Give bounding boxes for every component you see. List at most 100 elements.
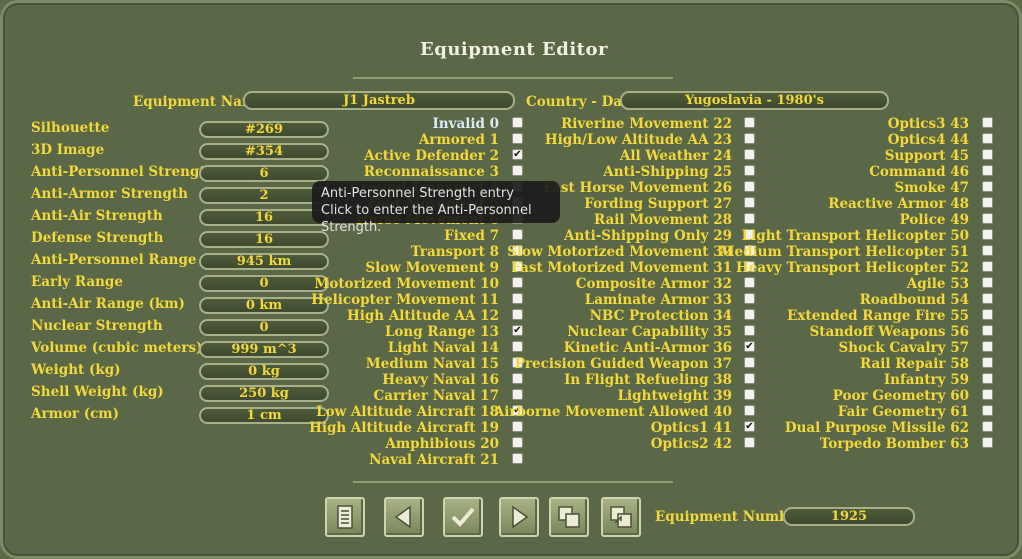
stat-label: 3D Image <box>31 142 105 158</box>
stat-label: Nuclear Strength <box>31 318 163 334</box>
flag-label: All Weather 24 <box>619 148 732 164</box>
tooltip-title: Anti-Personnel Strength entry <box>321 186 514 201</box>
stat-field[interactable]: 250 kg <box>199 385 329 402</box>
stat-field[interactable]: 16 <box>199 231 329 248</box>
country-date-field[interactable]: Yugoslavia - 1980's <box>620 91 889 110</box>
flag-checkbox[interactable] <box>744 213 755 224</box>
flag-checkbox[interactable] <box>744 405 755 416</box>
flag-checkbox[interactable] <box>982 181 993 192</box>
flag-checkbox[interactable] <box>512 293 523 304</box>
flag-label: Riverine Movement 22 <box>561 116 732 132</box>
stat-label: Silhouette <box>31 120 110 136</box>
flag-checkbox[interactable] <box>512 421 523 432</box>
flag-checkbox[interactable] <box>982 357 993 368</box>
flag-label: Fast Horse Movement 26 <box>543 180 732 196</box>
stat-field[interactable]: 0 km <box>199 297 329 314</box>
flag-checkbox[interactable] <box>982 293 993 304</box>
flag-checkbox[interactable] <box>512 389 523 400</box>
flag-checkbox[interactable] <box>744 373 755 384</box>
flag-label: In Flight Refueling 38 <box>564 372 732 388</box>
stat-field[interactable]: #354 <box>199 143 329 160</box>
flag-label: Kinetic Anti-Armor 36 <box>563 340 732 356</box>
flag-checkbox[interactable] <box>982 373 993 384</box>
flag-checkbox[interactable] <box>744 277 755 288</box>
flag-checkbox[interactable] <box>512 341 523 352</box>
flag-checkbox[interactable] <box>744 357 755 368</box>
copy-button[interactable] <box>549 497 589 537</box>
stat-field[interactable]: 0 kg <box>199 363 329 380</box>
flag-checkbox[interactable] <box>512 117 523 128</box>
flag-checkbox[interactable] <box>982 133 993 144</box>
stat-field[interactable]: #269 <box>199 121 329 138</box>
flag-checkbox[interactable] <box>512 133 523 144</box>
prev-button[interactable] <box>384 497 424 537</box>
flag-label: Torpedo Bomber 63 <box>819 436 969 452</box>
paste-button[interactable] <box>601 497 641 537</box>
stat-field[interactable]: 0 <box>199 275 329 292</box>
flag-checkbox[interactable] <box>744 165 755 176</box>
flag-checkbox[interactable]: ✔ <box>512 149 523 160</box>
stat-field[interactable]: 2 <box>199 187 329 204</box>
stat-field[interactable]: 999 m^3 <box>199 341 329 358</box>
flag-checkbox[interactable] <box>982 197 993 208</box>
flag-checkbox[interactable] <box>744 197 755 208</box>
flag-label: Rail Movement 28 <box>593 212 732 228</box>
page-title: Equipment Editor <box>420 39 608 60</box>
flag-checkbox[interactable] <box>512 309 523 320</box>
flag-checkbox[interactable]: ✔ <box>512 325 523 336</box>
flag-checkbox[interactable] <box>744 437 755 448</box>
flag-checkbox[interactable] <box>982 325 993 336</box>
flag-label: Light Naval 14 <box>387 340 499 356</box>
flag-checkbox[interactable] <box>512 277 523 288</box>
flag-checkbox[interactable] <box>744 293 755 304</box>
flag-checkbox[interactable] <box>982 421 993 432</box>
stat-field[interactable]: 0 <box>199 319 329 336</box>
next-button[interactable] <box>499 497 539 537</box>
flag-label: High Altitude AA 12 <box>346 308 499 324</box>
flag-checkbox[interactable] <box>512 165 523 176</box>
flag-checkbox[interactable] <box>744 309 755 320</box>
flag-label: NBC Protection 34 <box>589 308 732 324</box>
flag-checkbox[interactable] <box>982 245 993 256</box>
flag-checkbox[interactable] <box>982 277 993 288</box>
flag-label: Transport 8 <box>410 244 499 260</box>
flag-checkbox[interactable] <box>512 373 523 384</box>
accept-button[interactable] <box>443 497 483 537</box>
flag-checkbox[interactable]: ✔ <box>744 421 755 432</box>
list-button[interactable] <box>325 497 365 537</box>
stat-field[interactable]: 6 <box>199 165 329 182</box>
stat-label: Anti-Air Range (km) <box>31 296 185 312</box>
flag-checkbox[interactable] <box>744 149 755 160</box>
flag-label: Fair Geometry 61 <box>837 404 969 420</box>
flag-label: Slow Movement 9 <box>365 260 499 276</box>
stat-field[interactable]: 16 <box>199 209 329 226</box>
flag-checkbox[interactable] <box>744 133 755 144</box>
flag-checkbox[interactable] <box>744 389 755 400</box>
flag-checkbox[interactable] <box>982 213 993 224</box>
flag-checkbox[interactable] <box>744 117 755 128</box>
flag-label: Fording Support 27 <box>584 196 732 212</box>
flag-checkbox[interactable] <box>982 389 993 400</box>
flag-checkbox[interactable] <box>982 117 993 128</box>
flag-checkbox[interactable] <box>744 181 755 192</box>
stat-field[interactable]: 945 km <box>199 253 329 270</box>
flag-checkbox[interactable] <box>982 405 993 416</box>
flag-checkbox[interactable] <box>982 341 993 352</box>
flag-checkbox[interactable] <box>982 309 993 320</box>
flag-checkbox[interactable] <box>982 437 993 448</box>
bottom-divider <box>353 481 673 483</box>
flag-checkbox[interactable] <box>744 325 755 336</box>
flag-checkbox[interactable] <box>512 437 523 448</box>
flag-checkbox[interactable] <box>982 165 993 176</box>
flag-label: Rail Repair 58 <box>860 356 969 372</box>
stat-label: Volume (cubic meters) <box>31 340 203 356</box>
flag-checkbox[interactable] <box>982 261 993 272</box>
stat-label: Anti-Air Strength <box>31 208 163 224</box>
equipment-number-field[interactable]: 1925 <box>783 507 915 526</box>
flag-label: Heavy Transport Helicopter 52 <box>735 260 969 276</box>
flag-checkbox[interactable] <box>982 149 993 160</box>
flag-checkbox[interactable] <box>512 453 523 464</box>
flag-checkbox[interactable]: ✔ <box>744 341 755 352</box>
flag-checkbox[interactable] <box>982 229 993 240</box>
equipment-name-field[interactable]: J1 Jastreb <box>243 91 515 110</box>
